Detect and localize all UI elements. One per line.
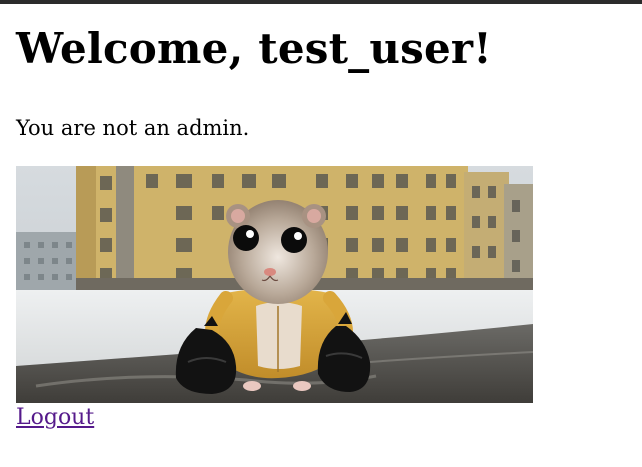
admin-status-text: You are not an admin. xyxy=(16,116,250,140)
hamster-photo xyxy=(16,166,533,403)
welcome-heading: Welcome, test_user! xyxy=(16,24,492,73)
logout-link[interactable]: Logout xyxy=(16,404,94,432)
hamster-photo-svg xyxy=(16,166,533,403)
